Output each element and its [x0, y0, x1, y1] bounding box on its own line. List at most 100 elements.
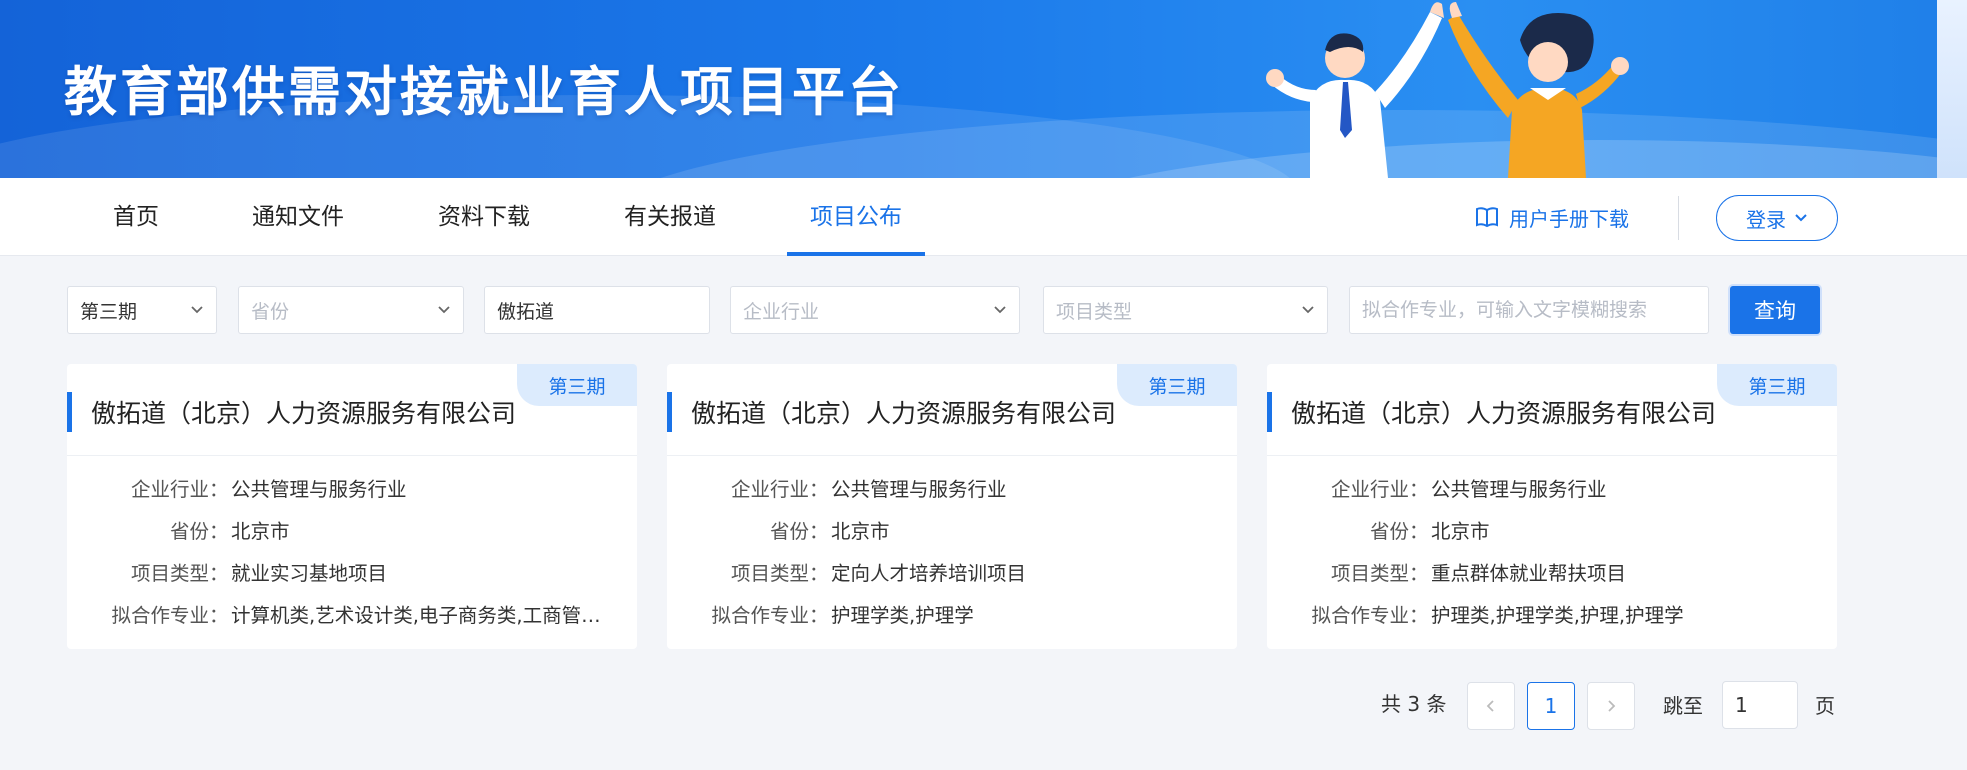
industry-select[interactable]: 企业行业 [730, 286, 1020, 334]
field-value: 护理类,护理学类,护理,护理学 [1431, 603, 1684, 627]
banner-edge [1937, 0, 1967, 178]
province-select-placeholder: 省份 [251, 300, 290, 323]
high-five-illustration [1266, 2, 1629, 178]
field-colon: ： [1409, 477, 1429, 501]
page-number-button[interactable]: 1 [1527, 682, 1575, 730]
nav-divider [1678, 196, 1679, 240]
field-label: 省份 [769, 519, 809, 543]
chevron-down-icon [191, 306, 203, 314]
chevron-left-icon [1486, 700, 1494, 712]
field-row-major: 拟合作专业： 护理学类,护理学 [667, 598, 1237, 628]
query-button[interactable]: 查询 [1730, 286, 1820, 334]
manual-download-link[interactable]: 用户手册下载 [1475, 178, 1629, 256]
field-value: 北京市 [831, 519, 890, 543]
card-divider [67, 455, 637, 456]
chevron-down-icon [1302, 306, 1314, 314]
field-value: 公共管理与服务行业 [1431, 477, 1607, 501]
field-colon: ： [809, 561, 829, 585]
field-colon: ： [209, 603, 229, 627]
company-title[interactable]: 傲拓道（北京）人力资源服务有限公司 [691, 394, 1141, 430]
field-colon: ： [809, 519, 829, 543]
field-colon: ： [209, 561, 229, 585]
field-label: 企业行业 [1330, 477, 1409, 501]
field-value: 重点群体就业帮扶项目 [1431, 561, 1627, 585]
total-count: 共 3 条 [1381, 692, 1447, 716]
company-title[interactable]: 傲拓道（北京）人力资源服务有限公司 [1291, 394, 1741, 430]
period-select[interactable]: 第三期 [67, 286, 217, 334]
field-value: 北京市 [1431, 519, 1490, 543]
nav-item-downloads[interactable]: 资料下载 [435, 178, 533, 256]
field-value: 护理学类,护理学 [831, 603, 974, 627]
prev-page-button[interactable] [1467, 682, 1515, 730]
jump-suffix: 页 [1815, 694, 1835, 718]
field-row-industry: 企业行业： 公共管理与服务行业 [1267, 472, 1837, 502]
field-value: 就业实习基地项目 [231, 561, 388, 585]
field-label: 省份 [1369, 519, 1409, 543]
jump-label: 跳至 [1663, 694, 1703, 718]
book-icon [1476, 207, 1498, 228]
field-colon: ： [209, 519, 229, 543]
field-colon: ： [809, 603, 829, 627]
field-colon: ： [209, 477, 229, 501]
field-row-industry: 企业行业： 公共管理与服务行业 [667, 472, 1237, 502]
field-value: 公共管理与服务行业 [231, 477, 407, 501]
field-row-province: 省份： 北京市 [67, 514, 637, 544]
chevron-right-icon [1608, 700, 1616, 712]
company-title[interactable]: 傲拓道（北京）人力资源服务有限公司 [91, 394, 541, 430]
field-value: 公共管理与服务行业 [831, 477, 1007, 501]
chevron-down-icon [438, 306, 450, 314]
nav-item-projects[interactable]: 项目公布 [807, 178, 905, 256]
login-label: 登录 [1746, 207, 1786, 232]
field-label: 项目类型 [130, 561, 209, 585]
header-banner: 教育部供需对接就业育人项目平台 [0, 0, 1967, 178]
field-row-industry: 企业行业： 公共管理与服务行业 [67, 472, 637, 502]
field-value: 定向人才培养培训项目 [831, 561, 1027, 585]
nav-item-reports[interactable]: 有关报道 [621, 178, 719, 256]
field-row-major: 拟合作专业： 计算机类,艺术设计类,电子商务类,工商管理类 [67, 598, 637, 628]
title-accent-bar [1267, 392, 1272, 432]
company-search-input[interactable] [497, 299, 697, 321]
project-type-select[interactable]: 项目类型 [1043, 286, 1328, 334]
field-label: 拟合作专业 [111, 603, 209, 627]
major-search-input[interactable] [1362, 299, 1696, 321]
project-card[interactable]: 第三期 傲拓道（北京）人力资源服务有限公司 企业行业： 公共管理与服务行业 省份… [667, 364, 1237, 649]
field-label: 企业行业 [730, 477, 809, 501]
province-select[interactable]: 省份 [238, 286, 464, 334]
field-row-project-type: 项目类型： 定向人才培养培训项目 [667, 556, 1237, 586]
field-row-province: 省份： 北京市 [1267, 514, 1837, 544]
field-colon: ： [1409, 519, 1429, 543]
login-button[interactable]: 登录 [1716, 195, 1838, 241]
field-row-project-type: 项目类型： 重点群体就业帮扶项目 [1267, 556, 1837, 586]
field-row-province: 省份： 北京市 [667, 514, 1237, 544]
major-search-field[interactable] [1349, 286, 1709, 334]
jump-page-input[interactable] [1722, 681, 1798, 729]
manual-download-label: 用户手册下载 [1509, 206, 1629, 231]
field-label: 拟合作专业 [1311, 603, 1409, 627]
project-card[interactable]: 第三期 傲拓道（北京）人力资源服务有限公司 企业行业： 公共管理与服务行业 省份… [67, 364, 637, 649]
field-label: 项目类型 [730, 561, 809, 585]
field-label: 拟合作专业 [711, 603, 809, 627]
field-row-project-type: 项目类型： 就业实习基地项目 [67, 556, 637, 586]
field-row-major: 拟合作专业： 护理类,护理学类,护理,护理学 [1267, 598, 1837, 628]
chevron-down-icon [1795, 214, 1807, 222]
card-divider [667, 455, 1237, 456]
main-nav: 首页 通知文件 资料下载 有关报道 项目公布 用户手册下载 登录 [0, 178, 1967, 256]
woman-figure [1448, 2, 1629, 178]
field-label: 企业行业 [130, 477, 209, 501]
field-label: 省份 [169, 519, 209, 543]
field-value: 北京市 [231, 519, 290, 543]
chevron-down-icon [994, 306, 1006, 314]
industry-select-placeholder: 企业行业 [743, 300, 820, 323]
nav-item-notices[interactable]: 通知文件 [249, 178, 347, 256]
card-divider [1267, 455, 1837, 456]
next-page-button[interactable] [1587, 682, 1635, 730]
company-search-field[interactable] [484, 286, 710, 334]
field-label: 项目类型 [1330, 561, 1409, 585]
period-select-value: 第三期 [80, 300, 138, 323]
nav-item-home[interactable]: 首页 [112, 178, 160, 256]
project-card[interactable]: 第三期 傲拓道（北京）人力资源服务有限公司 企业行业： 公共管理与服务行业 省份… [1267, 364, 1837, 649]
nav-active-indicator [787, 252, 925, 256]
field-colon: ： [1409, 603, 1429, 627]
field-colon: ： [1409, 561, 1429, 585]
man-figure [1266, 2, 1444, 178]
